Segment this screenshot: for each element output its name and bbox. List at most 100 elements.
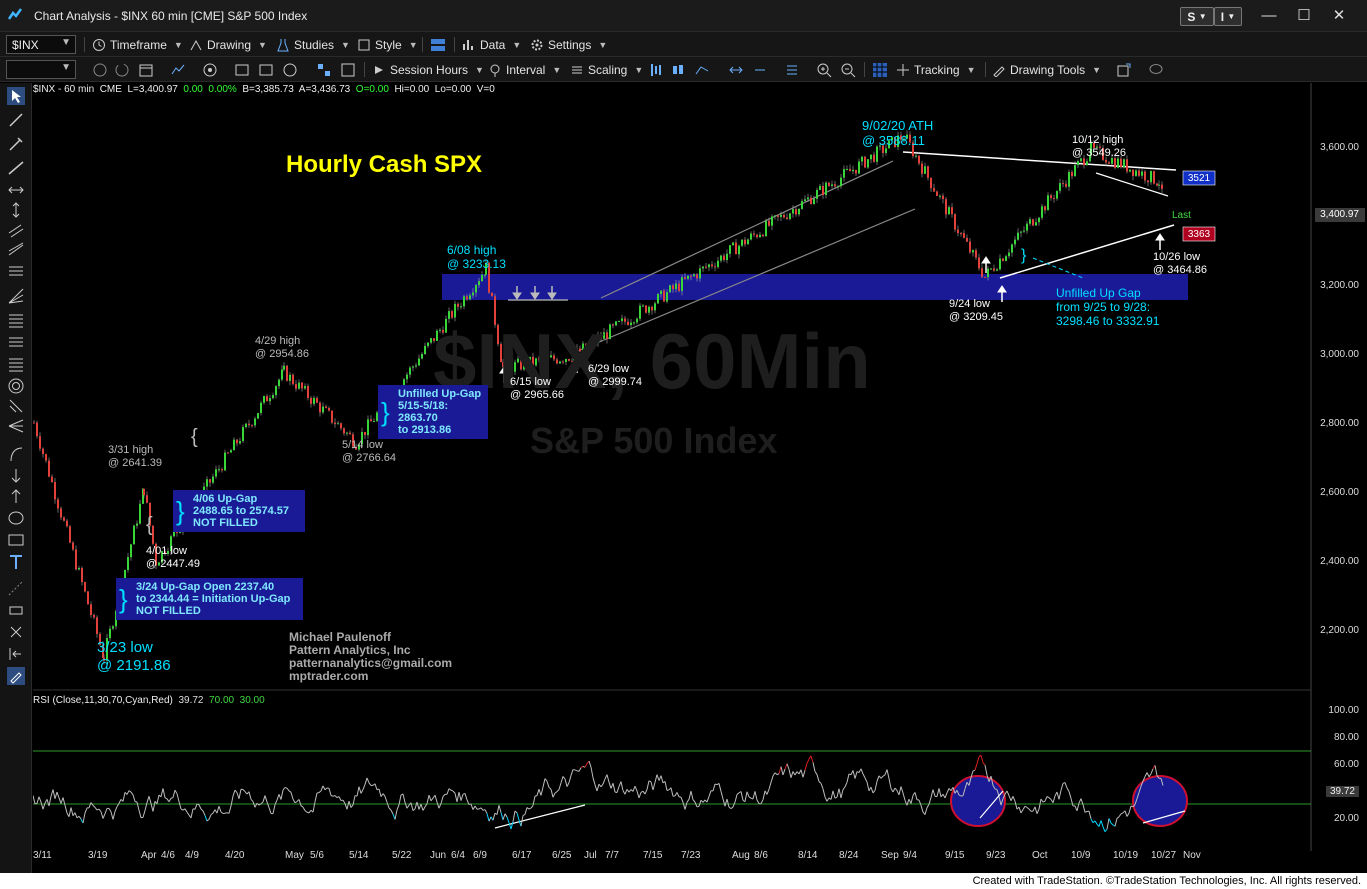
zoom-in-icon[interactable] — [816, 62, 832, 78]
fib-circle-icon[interactable] — [7, 377, 25, 395]
candle — [846, 168, 848, 170]
rsi-segment — [428, 794, 432, 802]
close-button[interactable]: ✕ — [1325, 5, 1353, 27]
hide-toolbox-icon[interactable] — [7, 645, 25, 663]
style-menu[interactable]: Style ▼ — [357, 36, 418, 54]
note-gap-515: } Unfilled Up-Gap 5/15-5/18: 2863.70 to 29… — [378, 385, 488, 439]
status-bid: B=3,385.73 — [242, 84, 294, 95]
candle — [331, 410, 333, 423]
cycle-icon[interactable] — [202, 62, 218, 78]
time-tick: Sep — [881, 850, 899, 861]
i-menu-button[interactable]: I ▼ — [1214, 7, 1242, 26]
ruler-icon[interactable] — [7, 579, 25, 597]
rsi-segment — [602, 778, 606, 785]
bar-style-icon[interactable] — [648, 62, 664, 78]
pencil-edit-icon[interactable] — [7, 667, 25, 685]
link-icon[interactable] — [92, 62, 108, 78]
fibonacci-icon[interactable] — [7, 263, 25, 281]
speed-lines-icon[interactable] — [7, 287, 25, 305]
rsi-segment — [492, 812, 496, 821]
drawing-tools-menu[interactable]: Drawing Tools ▼ — [992, 61, 1101, 79]
layout-icon[interactable] — [430, 37, 446, 53]
rsi-segment — [398, 794, 402, 805]
rectangle-icon[interactable] — [7, 531, 25, 549]
data-menu[interactable]: Data ▼ — [462, 36, 521, 54]
timeframe-menu[interactable]: Timeframe ▼ — [92, 36, 183, 54]
maximize-button[interactable]: ☐ — [1290, 5, 1318, 27]
image-icon[interactable] — [234, 62, 250, 78]
candle — [720, 255, 722, 261]
fib-retracement-icon[interactable] — [7, 333, 25, 351]
tracking-menu[interactable]: Tracking ▼ — [896, 61, 976, 79]
session-hours-menu[interactable]: Session Hours ▼ — [372, 61, 484, 79]
fib-time-icon[interactable] — [7, 397, 25, 415]
rsi-segment — [464, 793, 468, 800]
refresh-icon[interactable] — [114, 62, 130, 78]
zoom-out-icon[interactable] — [840, 62, 856, 78]
price-chart[interactable]: { { } — [33, 83, 1367, 873]
text-icon[interactable] — [7, 553, 25, 571]
settings-menu[interactable]: Settings ▼ — [530, 36, 607, 54]
fib-extension-icon[interactable] — [7, 355, 25, 373]
line-style-icon[interactable] — [694, 62, 710, 78]
scroll-right-icon[interactable] — [784, 62, 800, 78]
expand-icon[interactable] — [752, 62, 768, 78]
rsi-segment — [1124, 810, 1128, 817]
arc-icon[interactable] — [7, 445, 25, 463]
studies-menu[interactable]: Studies ▼ — [276, 36, 350, 54]
interval-menu[interactable]: Interval ▼ — [488, 61, 561, 79]
arrow-down-icon[interactable] — [7, 467, 25, 485]
arrow-up-icon[interactable] — [7, 487, 25, 505]
chart-area[interactable]: { { } $INX, 60Min S&P 500 Index $INX - 6… — [33, 83, 1367, 873]
candle — [783, 214, 785, 218]
rsi-segment — [688, 790, 692, 800]
rsi-segment — [1036, 808, 1040, 814]
status-change: 0.00 — [183, 84, 203, 95]
workspace-select[interactable]: ▼ — [6, 60, 76, 79]
horizontal-line-icon[interactable] — [7, 181, 25, 199]
pen-icon[interactable] — [7, 135, 25, 153]
minimize-button[interactable]: — — [1255, 5, 1283, 27]
drawing-menu[interactable]: Drawing ▼ — [189, 36, 267, 54]
candle — [714, 266, 716, 268]
rsi-segment — [638, 792, 642, 799]
annotation-line: 6/15 low — [510, 376, 551, 388]
gann-fan-icon[interactable] — [7, 311, 25, 329]
template-icon[interactable] — [340, 62, 356, 78]
zoom-chart-icon[interactable] — [170, 62, 186, 78]
candle — [248, 423, 250, 426]
rsi-segment — [708, 790, 712, 797]
delete-drawings-icon[interactable] — [7, 623, 25, 641]
ellipse-icon[interactable] — [7, 509, 25, 527]
rsi-segment — [636, 790, 640, 799]
andrews-pitchfork-icon[interactable] — [7, 417, 25, 435]
alert-icon[interactable] — [282, 62, 298, 78]
scaling-menu[interactable]: Scaling ▼ — [570, 61, 643, 79]
pointer-icon[interactable] — [7, 87, 25, 105]
eraser-icon[interactable] — [7, 601, 25, 619]
chevron-down-icon: ▼ — [512, 40, 522, 50]
candle — [224, 452, 226, 471]
channel-icon[interactable] — [7, 221, 25, 239]
rsi-segment — [1118, 813, 1122, 818]
candle-style-icon[interactable] — [670, 62, 686, 78]
ray-icon[interactable] — [7, 159, 25, 177]
candle — [75, 549, 77, 570]
grid-icon[interactable] — [316, 62, 332, 78]
regression-icon[interactable] — [7, 241, 25, 259]
vertical-line-icon[interactable] — [7, 201, 25, 219]
symbol-input[interactable]: $INX ▼ — [6, 35, 76, 54]
grid-view-icon[interactable] — [872, 62, 888, 78]
chat-icon[interactable] — [1148, 62, 1164, 78]
rsi-segment — [512, 810, 516, 822]
rsi-segment — [698, 800, 702, 807]
rsi-segment — [872, 790, 876, 794]
calendar-icon[interactable] — [138, 62, 154, 78]
rsi-segment — [366, 777, 370, 784]
trendline-icon[interactable] — [7, 111, 25, 129]
candle — [726, 253, 728, 260]
new-window-icon[interactable] — [1116, 62, 1132, 78]
snapshot-icon[interactable] — [258, 62, 274, 78]
compress-icon[interactable] — [728, 62, 744, 78]
s-menu-button[interactable]: S ▼ — [1180, 7, 1214, 26]
